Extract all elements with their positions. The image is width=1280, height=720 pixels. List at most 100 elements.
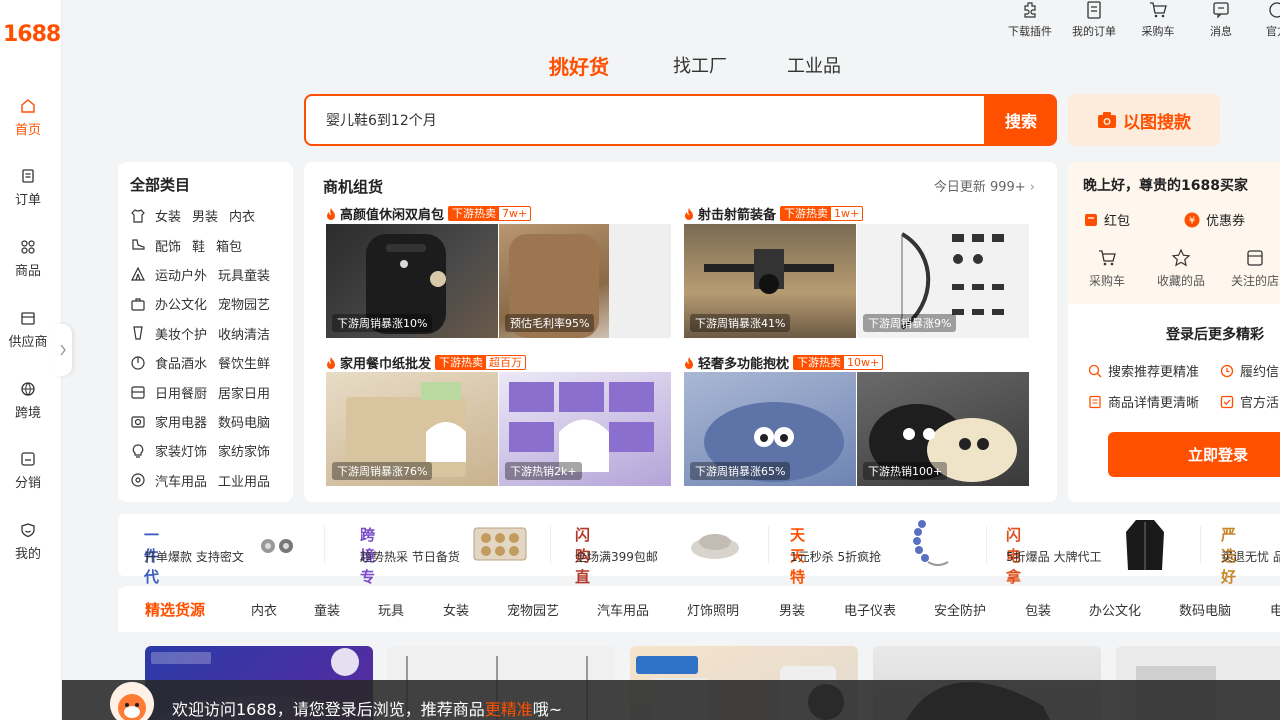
- category-tab[interactable]: 玩具: [378, 600, 404, 619]
- category-link[interactable]: 美妆个护: [155, 324, 207, 343]
- category-link[interactable]: 办公文化: [155, 294, 207, 313]
- product-tile[interactable]: 下游周销暴涨65%: [684, 372, 856, 486]
- red-packet-link[interactable]: 红包: [1084, 210, 1130, 229]
- category-link[interactable]: 玩具童装: [218, 265, 270, 284]
- sidebar-item-label: 订单: [14, 193, 41, 208]
- update-count-link[interactable]: 今日更新 999+ ›: [934, 176, 1035, 195]
- category-tab[interactable]: 汽车用品: [597, 600, 649, 619]
- image-search-button[interactable]: 以图搜款: [1068, 94, 1220, 146]
- coupon-link[interactable]: ¥ 优惠券: [1184, 210, 1245, 229]
- category-link[interactable]: 配饰: [155, 236, 181, 255]
- category-tab[interactable]: 办公文化: [1089, 600, 1141, 619]
- toolbar-download-plugin[interactable]: 下载插件: [1006, 0, 1054, 39]
- category-tab[interactable]: 包装: [1025, 600, 1051, 619]
- category-link[interactable]: 鞋: [192, 236, 205, 255]
- category-tab[interactable]: 女装: [443, 600, 469, 619]
- left-sidebar: 1688 首页 订单 商品 供应商 跨境 分销 我的: [0, 0, 62, 720]
- category-link[interactable]: 食品酒水: [155, 353, 207, 372]
- sidebar-item-suppliers[interactable]: 供应商: [0, 310, 56, 350]
- login-button[interactable]: 立即登录: [1108, 432, 1280, 477]
- category-tab[interactable]: 童装: [314, 600, 340, 619]
- category-tab[interactable]: 灯饰照明: [687, 600, 739, 619]
- tab-featured-source[interactable]: 精选货源: [145, 599, 205, 620]
- sidebar-item-orders[interactable]: 订单: [0, 168, 56, 208]
- search-button[interactable]: 搜索: [985, 94, 1057, 146]
- promo-subtitle: 5折爆品 大牌代工: [1006, 550, 1102, 564]
- sidebar-item-products[interactable]: 商品: [0, 239, 56, 279]
- category-tab[interactable]: 电子仪表: [844, 600, 896, 619]
- category-link[interactable]: 居家日用: [218, 383, 270, 402]
- quick-favorites[interactable]: 收藏的品: [1150, 248, 1212, 289]
- group-title[interactable]: 高颜值休闲双肩包 下游热卖 7w+: [326, 204, 532, 223]
- category-link[interactable]: 家装灯饰: [155, 441, 207, 460]
- product-tile[interactable]: 下游周销暴涨10%: [326, 224, 498, 338]
- daily-icon: [131, 386, 145, 399]
- tile-caption: 下游热销2k+: [505, 462, 582, 480]
- category-link[interactable]: 箱包: [216, 236, 242, 255]
- group-title[interactable]: 射击射箭装备 下游热卖 1w+: [684, 204, 864, 223]
- login-prompt-banner[interactable]: 欢迎访问1688，请您登录后浏览，推荐商品更精准哦~: [62, 680, 1280, 720]
- product-tile[interactable]: 下游热销2k+: [499, 372, 671, 486]
- category-row: 女装 男装 内衣: [130, 201, 281, 230]
- sidebar-item-distribution[interactable]: 分销: [0, 451, 56, 491]
- tile-caption: 下游周销暴涨10%: [332, 314, 433, 332]
- site-logo[interactable]: 1688: [3, 22, 61, 47]
- category-link[interactable]: 收纳清洁: [218, 324, 270, 343]
- sidebar-item-home[interactable]: 首页: [0, 98, 56, 138]
- category-row: 家用电器 数码电脑: [130, 407, 281, 436]
- group-title[interactable]: 家用餐巾纸批发 下游热卖 超百万: [326, 353, 527, 372]
- tab-find-factory[interactable]: 找工厂: [673, 52, 727, 78]
- category-row: 美妆个护 收纳清洁: [130, 319, 281, 348]
- toolbar-my-orders[interactable]: 我的订单: [1069, 0, 1119, 39]
- category-link[interactable]: 数码电脑: [218, 412, 270, 431]
- sidebar-expand-toggle[interactable]: [54, 324, 72, 376]
- banner-text-part: 欢迎访问1688，请您登录后浏览，推荐商品: [172, 700, 485, 719]
- group-title-text: 高颜值休闲双肩包: [340, 208, 445, 223]
- clock-icon: [1220, 364, 1234, 377]
- toolbar-cart[interactable]: 采购车: [1138, 0, 1178, 39]
- toolbar-messages[interactable]: 消息: [1206, 0, 1236, 39]
- quick-followed-shops[interactable]: 关注的店: [1224, 248, 1280, 289]
- category-link[interactable]: 宠物园艺: [218, 294, 270, 313]
- tab-pick-goods[interactable]: 挑好货: [549, 51, 609, 80]
- tile-caption: 下游周销暴涨41%: [690, 314, 791, 332]
- share-icon: [21, 452, 35, 466]
- category-tab[interactable]: 安全防护: [934, 600, 986, 619]
- feature-item: 履约信: [1220, 361, 1279, 380]
- fire-icon: [327, 356, 335, 369]
- shoe-icon: [132, 239, 145, 250]
- sidebar-item-mine[interactable]: 我的: [0, 522, 56, 562]
- category-link[interactable]: 家用电器: [155, 412, 207, 431]
- category-link[interactable]: 内衣: [229, 206, 255, 225]
- sidebar-item-label: 我的: [14, 547, 41, 562]
- category-tab[interactable]: 电: [1270, 600, 1280, 619]
- mascot-icon: [110, 682, 154, 720]
- category-tab[interactable]: 数码电脑: [1179, 600, 1231, 619]
- group-title[interactable]: 轻奢多功能抱枕 下游热卖 10w+: [684, 353, 884, 372]
- category-link[interactable]: 家纺家饰: [218, 441, 270, 460]
- hot-badge: 下游热卖 10w+: [793, 355, 884, 370]
- promo-subtitle: 买退无忧 品: [1221, 550, 1280, 564]
- product-tile[interactable]: 下游周销暴涨41%: [684, 224, 856, 338]
- product-tile[interactable]: 下游周销暴涨9%: [857, 224, 1029, 338]
- category-link[interactable]: 汽车用品: [155, 471, 207, 490]
- sidebar-item-label: 商品: [14, 264, 41, 279]
- category-link[interactable]: 男装: [192, 206, 218, 225]
- tab-industrial[interactable]: 工业品: [787, 52, 841, 78]
- category-tab[interactable]: 宠物园艺: [507, 600, 559, 619]
- category-link[interactable]: 工业用品: [218, 471, 270, 490]
- official-icon: [1269, 2, 1280, 18]
- category-link[interactable]: 女装: [155, 206, 181, 225]
- toolbar-official[interactable]: 官方: [1262, 0, 1280, 39]
- search-input[interactable]: [306, 96, 984, 144]
- category-tab[interactable]: 男装: [779, 600, 805, 619]
- quick-cart[interactable]: 采购车: [1076, 248, 1138, 289]
- product-tile[interactable]: 下游热销100+: [857, 372, 1029, 486]
- sidebar-item-crossborder[interactable]: 跨境: [0, 381, 56, 421]
- product-tile[interactable]: 预估毛利率95%: [499, 224, 671, 338]
- product-tile[interactable]: 下游周销暴涨76%: [326, 372, 498, 486]
- category-tab[interactable]: 内衣: [251, 600, 277, 619]
- category-link[interactable]: 日用餐厨: [155, 383, 207, 402]
- category-link[interactable]: 运动户外: [155, 265, 207, 284]
- category-link[interactable]: 餐饮生鲜: [218, 353, 270, 372]
